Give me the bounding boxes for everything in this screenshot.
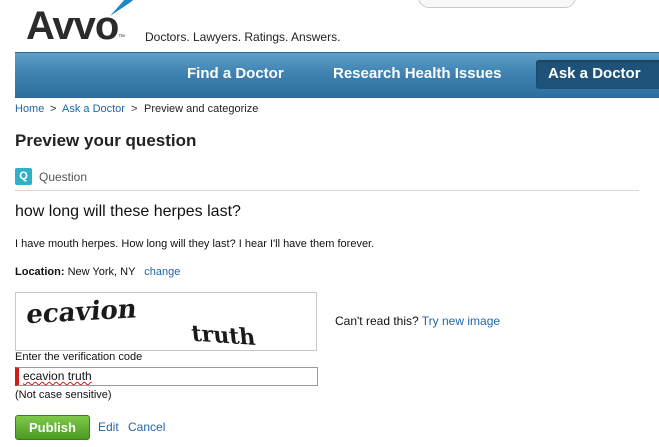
captcha-graphic: ecavion truth [25, 293, 256, 351]
edit-link[interactable]: Edit [98, 420, 119, 434]
site-search-input[interactable] [418, 0, 576, 8]
cancel-link[interactable]: Cancel [128, 420, 165, 434]
question-badge-icon: Q [15, 168, 32, 185]
breadcrumb-current: Preview and categorize [144, 103, 259, 115]
breadcrumb-separator: > [50, 103, 57, 115]
page-title: Preview your question [15, 131, 197, 150]
question-title: how long will these herpes last? [15, 203, 241, 220]
main-nav-bar: Find a Doctor Research Health Issues Ask… [15, 52, 659, 98]
verification-code-input[interactable]: ecavion truth [15, 367, 318, 386]
nav-ask-a-doctor[interactable]: Ask a Doctor [548, 65, 641, 82]
breadcrumb-separator: > [131, 103, 138, 115]
nav-research-health-issues[interactable]: Research Health Issues [333, 65, 501, 82]
location-label: Location: [15, 266, 65, 278]
location-change-link[interactable]: change [144, 266, 180, 278]
location-value: New York, NY [67, 266, 136, 278]
case-sensitivity-note: (Not case sensitive) [15, 389, 112, 401]
nav-find-a-doctor[interactable]: Find a Doctor [187, 65, 284, 82]
section-divider [15, 190, 639, 191]
captcha-word-1: ecavion [25, 293, 138, 330]
logo-swoosh-icon [110, 0, 134, 16]
avvo-logo[interactable]: Avvo [26, 4, 119, 48]
cant-read-text: Can't read this? [335, 314, 419, 328]
captcha-word-2: truth [190, 321, 256, 350]
site-tagline: Doctors. Lawyers. Ratings. Answers. [145, 30, 341, 44]
publish-button[interactable]: Publish [15, 415, 90, 440]
section-label: Question [39, 170, 88, 184]
logo-trademark: ™ [118, 34, 125, 41]
question-body: I have mouth herpes. How long will they … [15, 238, 375, 250]
verification-input-value: ecavion truth [23, 369, 92, 383]
verification-label: Enter the verification code [15, 351, 143, 363]
breadcrumb-ask-a-doctor[interactable]: Ask a Doctor [62, 103, 125, 115]
question-location: Location: New York, NY change [15, 266, 180, 278]
captcha-image: ecavion truth [15, 292, 317, 351]
breadcrumb-home[interactable]: Home [15, 103, 44, 115]
try-new-image-link[interactable]: Try new image [422, 314, 500, 328]
captcha-refresh-hint: Can't read this? Try new image [335, 314, 500, 328]
